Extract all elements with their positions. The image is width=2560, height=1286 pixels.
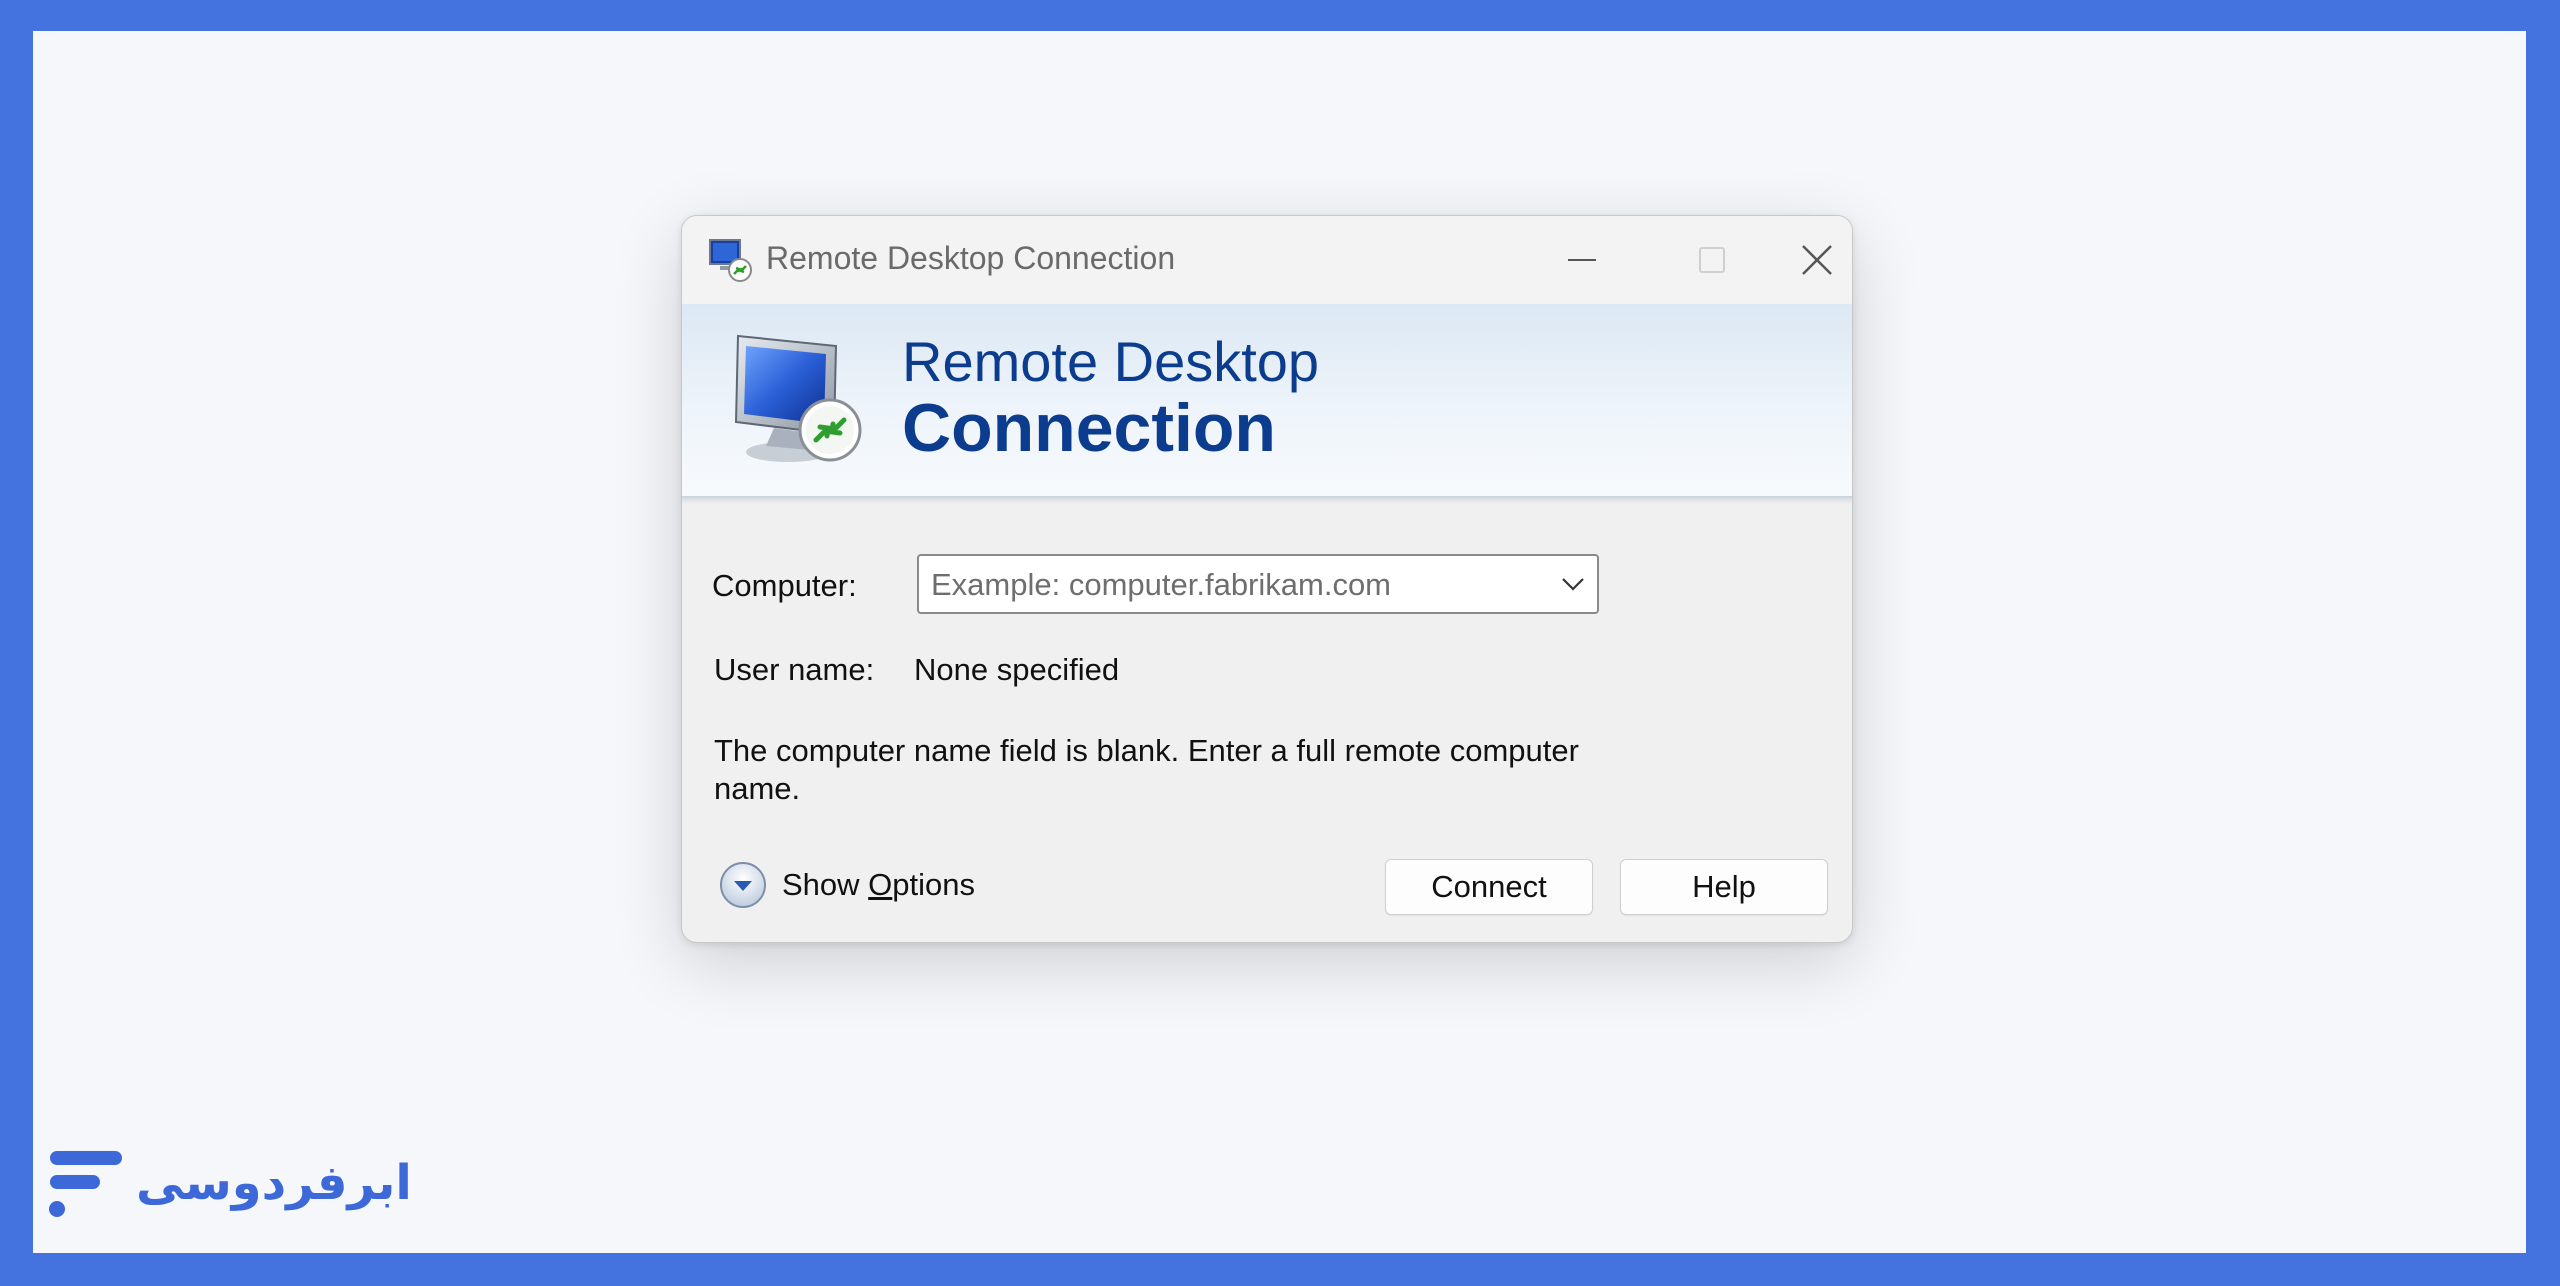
title-bar[interactable]: Remote Desktop Connection (682, 216, 1852, 304)
watermark-logo: ابرفردوسی (48, 1143, 412, 1223)
remote-desktop-monitor-icon (734, 334, 862, 462)
close-icon (1802, 245, 1832, 275)
close-button[interactable] (1782, 216, 1852, 304)
username-value: None specified (914, 652, 1120, 687)
brand-logo-icon (49, 1151, 122, 1217)
watermark-text: ابرفردوسی (136, 1155, 412, 1211)
remote-desktop-app-icon (709, 239, 752, 282)
help-button[interactable]: Help (1620, 859, 1828, 915)
banner-title-line1: Remote Desktop (902, 330, 1320, 393)
minimize-icon (1568, 259, 1596, 261)
maximize-icon (1699, 247, 1725, 273)
maximize-button[interactable] (1652, 216, 1772, 304)
show-options-button[interactable]: Show Options (718, 859, 975, 911)
banner-title-line2: Connection (902, 390, 1276, 466)
window-title: Remote Desktop Connection (766, 240, 1176, 276)
username-label: User name: (714, 652, 875, 687)
chevron-down-icon[interactable] (1559, 572, 1587, 596)
computer-combobox[interactable] (917, 554, 1599, 614)
status-message: The computer name field is blank. Enter … (714, 733, 1579, 806)
minimize-button[interactable] (1522, 216, 1642, 304)
show-options-label: Show Options (782, 867, 976, 902)
remote-desktop-dialog: Remote Desktop Connection Remote Desktop… (681, 215, 1853, 943)
banner-separator (682, 496, 1852, 504)
expand-options-icon (720, 862, 766, 908)
computer-label: Computer: (712, 568, 857, 603)
computer-input[interactable] (929, 556, 1533, 614)
header-banner: Remote Desktop Connection (682, 304, 1852, 496)
connect-button[interactable]: Connect (1385, 859, 1593, 915)
